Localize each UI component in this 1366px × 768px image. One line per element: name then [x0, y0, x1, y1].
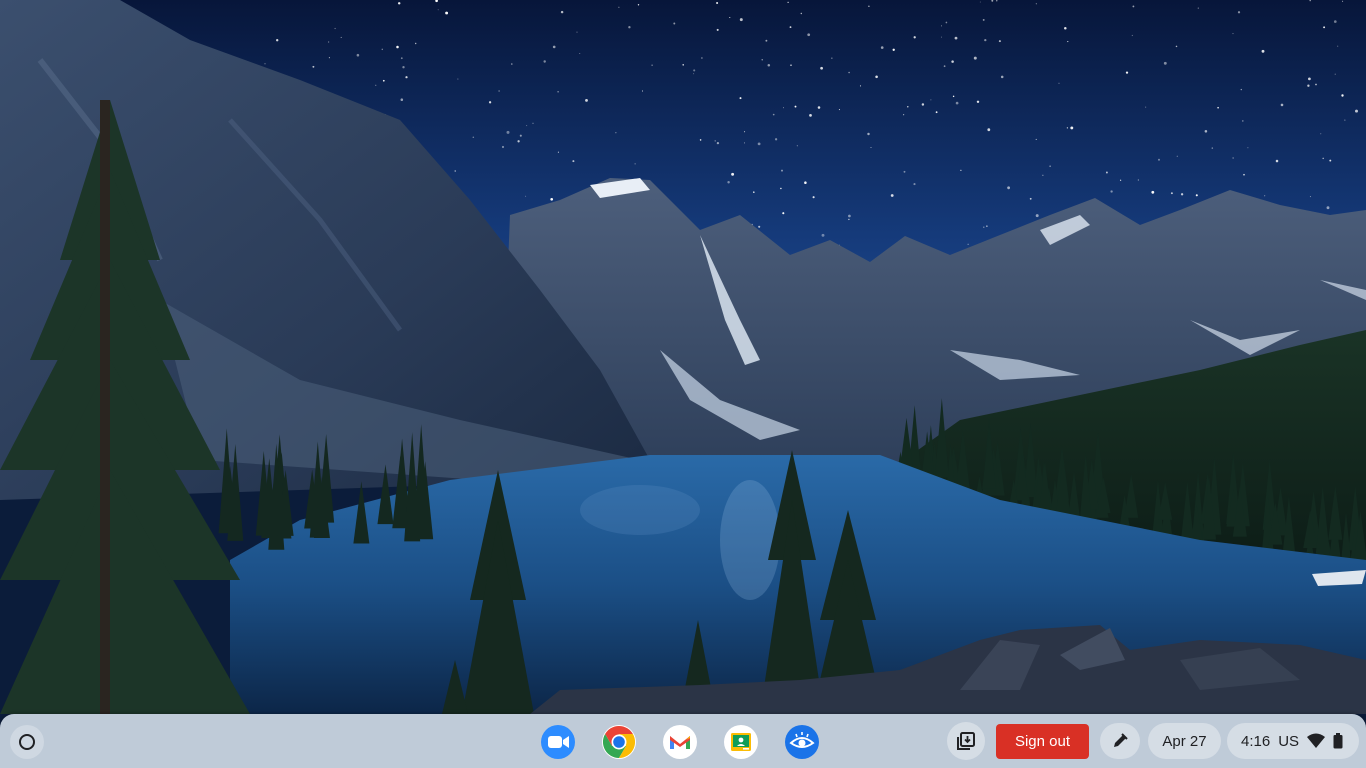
- stylus-tools-button[interactable]: [1100, 723, 1140, 759]
- desktop-wallpaper: [0, 0, 1366, 768]
- input-method-label: US: [1278, 732, 1300, 750]
- date-tray[interactable]: Apr 27: [1148, 723, 1221, 759]
- eye-icon: [785, 725, 819, 759]
- capture-icon: [957, 732, 975, 750]
- zoom-icon: [541, 725, 575, 759]
- status-area[interactable]: 4:16 US: [1227, 723, 1359, 759]
- pen-icon: [1114, 733, 1128, 747]
- chrome-app-button[interactable]: [601, 724, 637, 760]
- shelf: Sign out Apr 27 4:16 US: [0, 714, 1366, 768]
- sign-out-label: Sign out: [1014, 733, 1071, 750]
- gmail-icon: [663, 725, 697, 759]
- launcher-button[interactable]: [10, 725, 44, 759]
- wifi-icon: [1307, 733, 1326, 749]
- screen-capture-button[interactable]: [947, 722, 985, 760]
- date-label: Apr 27: [1162, 732, 1207, 750]
- sign-out-button[interactable]: Sign out: [996, 724, 1089, 759]
- gmail-app-button[interactable]: [662, 724, 698, 760]
- classroom-icon: [724, 725, 758, 759]
- classroom-app-button[interactable]: [723, 724, 759, 760]
- battery-icon: [1333, 733, 1343, 749]
- pinned-apps: [540, 723, 820, 761]
- wallpaper-scene: [0, 0, 1366, 714]
- clock-time: 4:16: [1241, 732, 1271, 750]
- launcher-circle-icon: [19, 734, 35, 750]
- zoom-app-button[interactable]: [540, 724, 576, 760]
- chrome-icon: [602, 725, 636, 759]
- eye-app-button[interactable]: [784, 724, 820, 760]
